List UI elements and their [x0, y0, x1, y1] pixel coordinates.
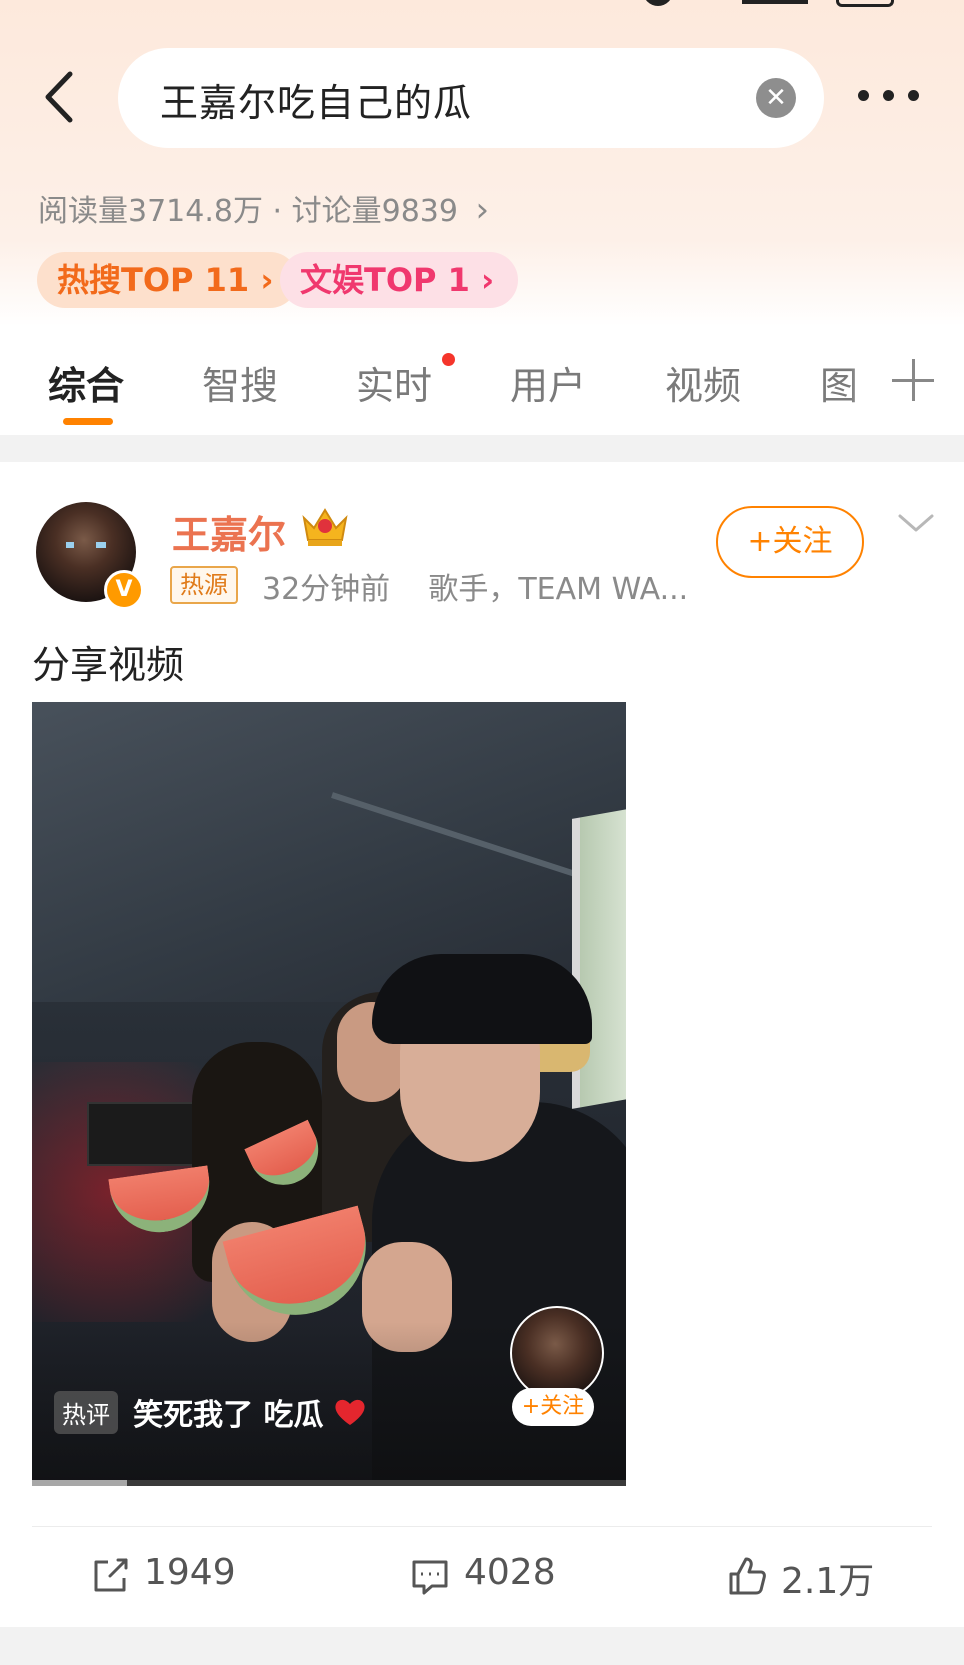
signal-icon — [742, 0, 808, 4]
video-player[interactable]: 热评 笑死我了 吃瓜 +关注 — [32, 702, 626, 1486]
thumbs-up-icon — [729, 1557, 766, 1595]
entertainment-label: 文娱TOP 1 — [300, 261, 470, 299]
battery-icon — [836, 0, 894, 7]
hot-comment[interactable]: 热评 笑死我了 吃瓜 — [54, 1390, 367, 1434]
header-area: 王嘉尔吃自己的瓜 ✕ 阅读量3714.8万 · 讨论量9839 › 热搜TOP … — [0, 0, 964, 435]
more-options-button[interactable] — [858, 80, 922, 114]
search-query[interactable]: 王嘉尔吃自己的瓜 — [160, 72, 472, 127]
status-bar — [0, 0, 964, 12]
hot-comment-text: 笑死我了 吃瓜 — [133, 1398, 324, 1433]
active-tab-indicator — [63, 418, 113, 425]
crown-icon — [302, 508, 348, 546]
comment-icon — [412, 1560, 448, 1595]
action-divider — [32, 1526, 932, 1527]
video-scene-speaker — [87, 1102, 201, 1166]
discussion-count: 讨论量9839 — [291, 194, 458, 229]
hot-comment-tag: 热评 — [54, 1390, 118, 1434]
avatar-eyes — [66, 542, 106, 548]
new-dot-badge — [442, 353, 455, 366]
video-follow-button[interactable]: +关注 — [512, 1388, 594, 1426]
clear-search-button[interactable]: ✕ — [756, 78, 796, 118]
repost-count: 1949 — [144, 1552, 236, 1593]
video-author-avatar[interactable] — [510, 1306, 604, 1400]
camera-icon — [643, 0, 673, 6]
topic-stats[interactable]: 阅读量3714.8万 · 讨论量9839 › — [38, 186, 489, 230]
verified-badge-icon: V — [104, 570, 144, 610]
repost-icon — [94, 1558, 128, 1592]
video-scene-cap — [372, 954, 592, 1044]
follow-button[interactable]: +关注 — [716, 506, 864, 578]
post-text: 分享视频 — [32, 643, 185, 687]
author-name[interactable]: 王嘉尔 — [172, 504, 286, 559]
chevron-right-icon: › — [249, 261, 274, 299]
search-input[interactable]: 王嘉尔吃自己的瓜 ✕ — [118, 48, 824, 148]
tab-bar: 综合 智搜 实时 用户 视频 图 — [0, 335, 964, 435]
video-progress-fill — [32, 1480, 128, 1486]
back-button[interactable] — [38, 68, 82, 126]
more-dot-icon — [908, 90, 919, 101]
tab-smart-search[interactable]: 智搜 — [202, 355, 278, 410]
tab-videos[interactable]: 视频 — [665, 355, 741, 410]
hot-source-tag: 热源 — [170, 566, 238, 604]
comment-count: 4028 — [464, 1552, 556, 1593]
chevron-down-icon[interactable] — [896, 508, 936, 538]
entertainment-badge[interactable]: 文娱TOP 1 › — [280, 252, 519, 308]
chevron-left-icon — [45, 71, 73, 123]
hot-search-label: 热搜TOP 11 — [57, 261, 250, 299]
more-dot-icon — [883, 90, 894, 101]
tab-overall[interactable]: 综合 — [48, 355, 124, 410]
heart-icon — [335, 1399, 365, 1425]
post-meta: 32分钟前 歌手，TEAM WA... — [262, 564, 688, 608]
video-progress-bar[interactable] — [32, 1480, 626, 1486]
read-count: 阅读量3714.8万 — [38, 194, 263, 229]
author-bio: 歌手，TEAM WA... — [428, 572, 689, 607]
chevron-right-icon: › — [475, 190, 490, 230]
close-icon: ✕ — [765, 83, 787, 113]
post-time: 32分钟前 — [262, 572, 391, 607]
post-card: V 王嘉尔 热源 32分钟前 歌手，TEAM WA... +关注 分享视频 热评… — [0, 462, 964, 1627]
tab-realtime[interactable]: 实时 — [356, 355, 432, 410]
like-count: 2.1万 — [781, 1561, 875, 1602]
more-dot-icon — [858, 90, 869, 101]
chevron-right-icon: › — [469, 261, 495, 299]
hot-search-badge[interactable]: 热搜TOP 11 › — [37, 252, 298, 308]
stats-separator: · — [272, 194, 283, 229]
tab-users[interactable]: 用户 — [510, 355, 586, 410]
add-tab-button[interactable] — [888, 355, 938, 405]
